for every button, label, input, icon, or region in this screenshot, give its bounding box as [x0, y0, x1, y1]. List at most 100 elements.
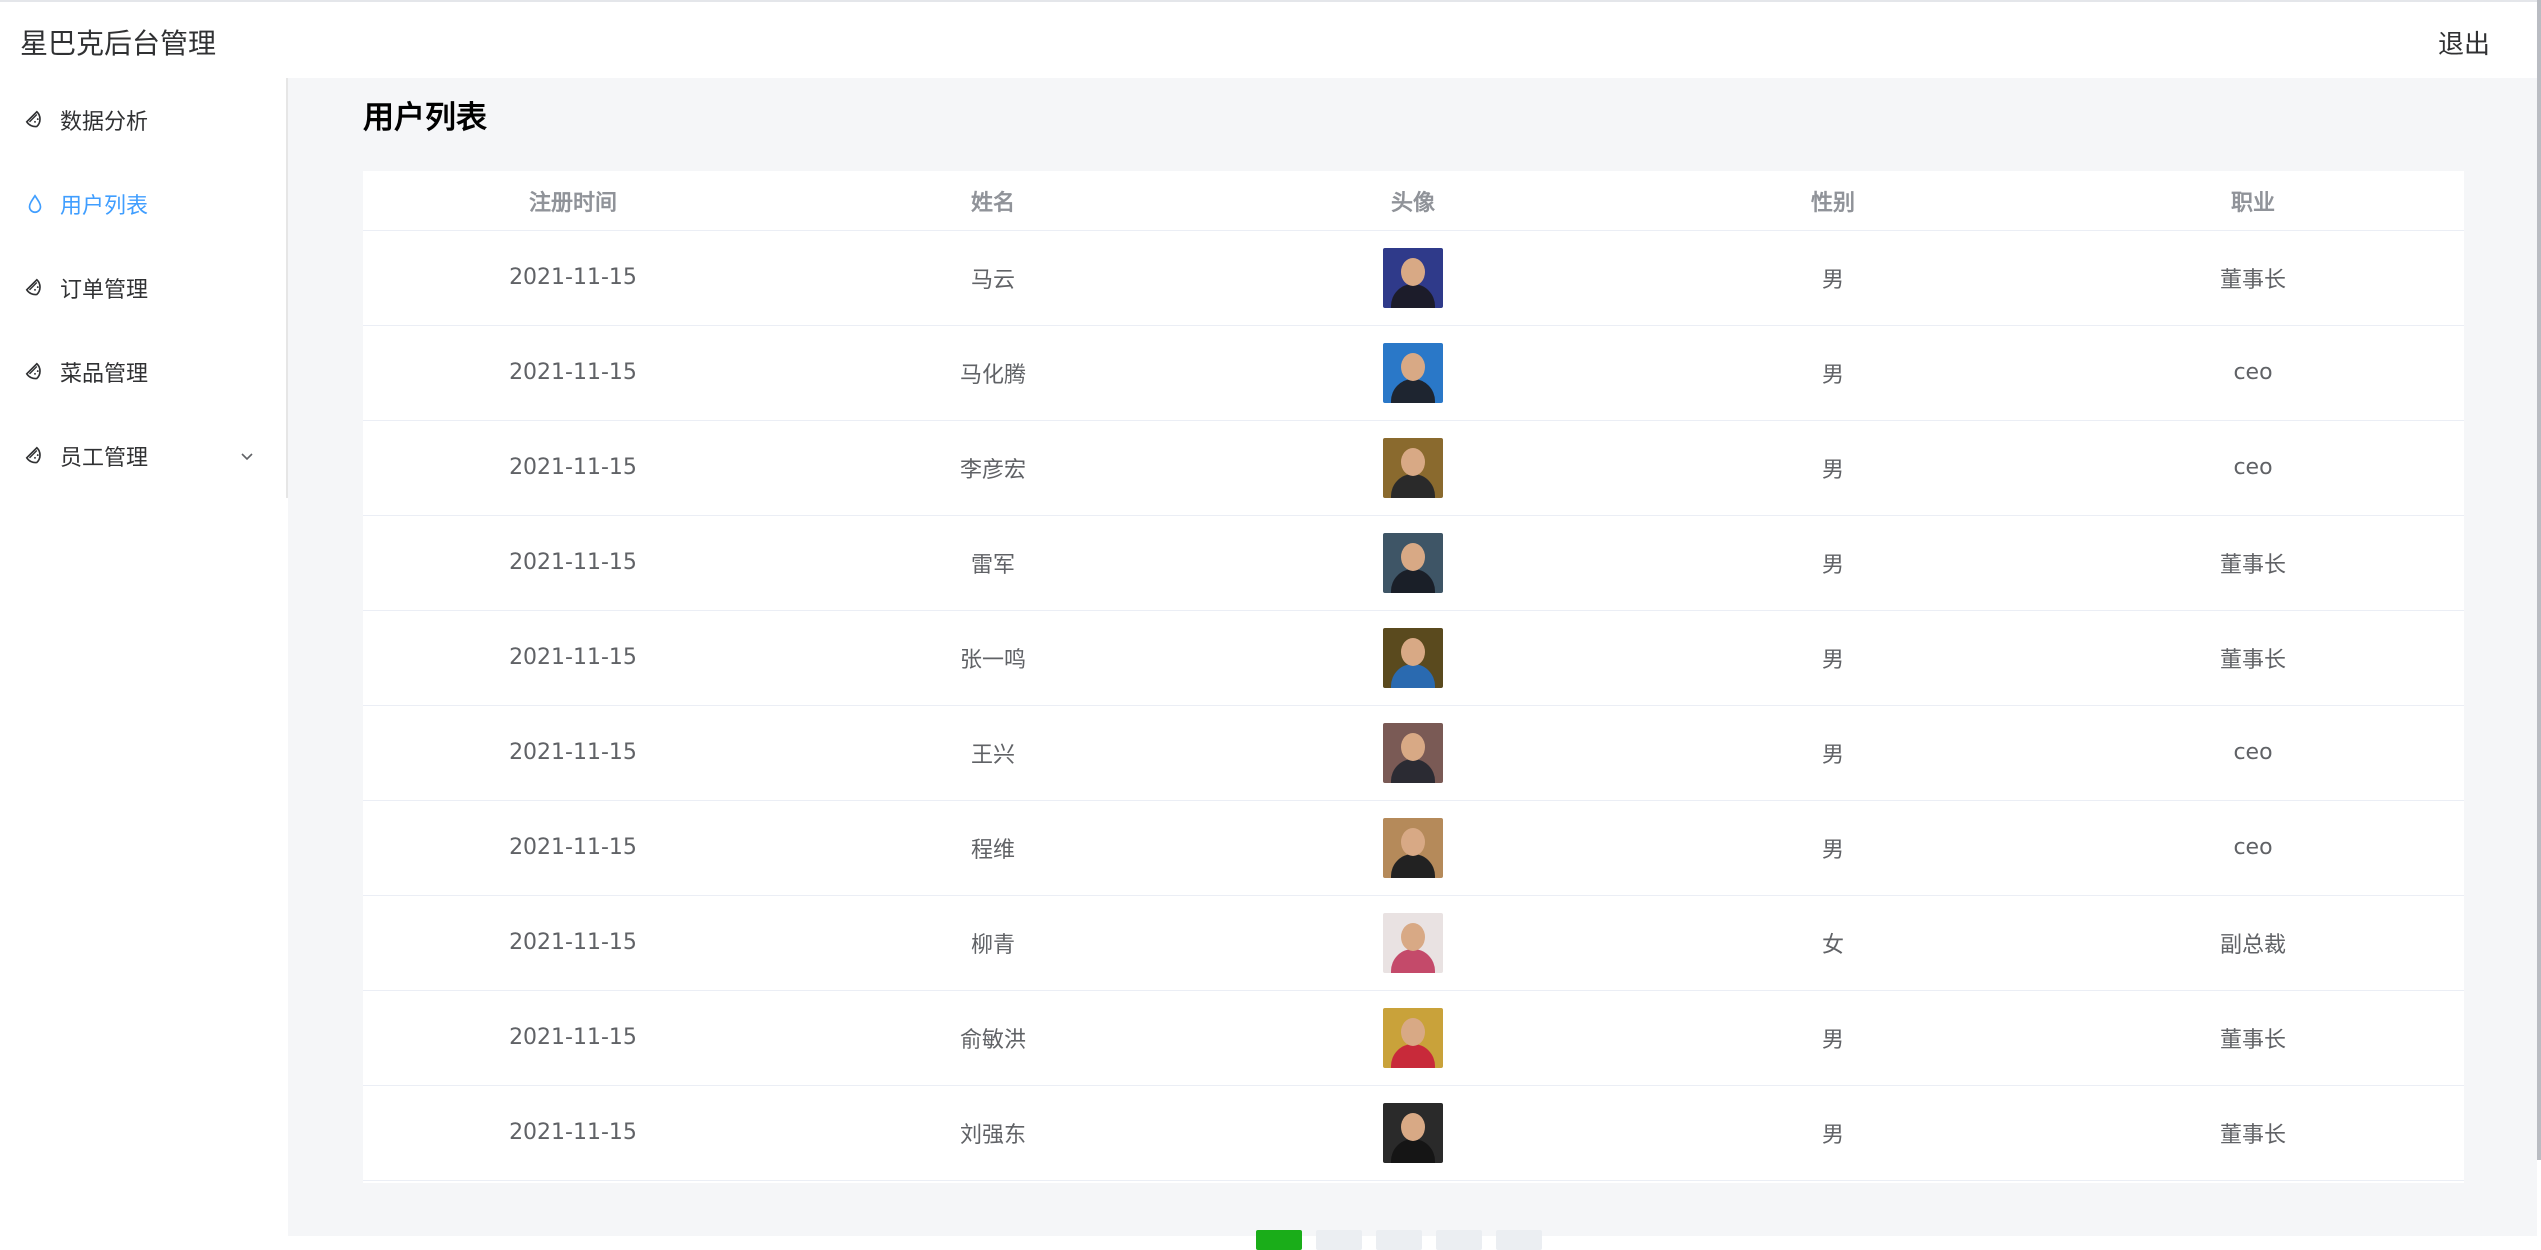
cell-job: ceo	[2233, 455, 2273, 480]
sidebar-item-label: 用户列表	[60, 194, 149, 219]
logout-button[interactable]: 退出	[2438, 24, 2490, 61]
cell-name: 雷军	[970, 552, 1015, 578]
avatar	[1383, 532, 1443, 593]
table-row: 2021-11-15 俞敏洪 男 董事长	[363, 990, 2464, 1086]
cell-name: 柳青	[970, 932, 1015, 958]
avatar	[1383, 627, 1443, 688]
main-content: 用户列表 注册时间 姓名 头像 性别 职业 2021-11-15 马云男董事长 2021-1…	[288, 78, 2537, 1250]
cell-job: ceo	[2233, 360, 2273, 385]
watermelon-icon	[24, 109, 46, 131]
pagination	[288, 1228, 2537, 1250]
avatar	[1383, 912, 1443, 973]
cell-name: 李彦宏	[959, 457, 1026, 483]
cell-date: 2021-11-15	[509, 645, 637, 670]
page-button[interactable]	[1316, 1230, 1362, 1250]
cell-name: 俞敏洪	[959, 1027, 1026, 1053]
cell-job: 董事长	[2219, 552, 2286, 578]
page-scrollbar[interactable]	[2537, 0, 2541, 1160]
drop-icon	[24, 193, 46, 215]
cell-job: 董事长	[2219, 1122, 2286, 1148]
cell-date: 2021-11-15	[509, 1025, 637, 1050]
cell-gender: 男	[1821, 647, 1844, 673]
cell-avatar	[1203, 990, 1623, 1085]
avatar	[1383, 1007, 1443, 1068]
cell-date: 2021-11-15	[509, 265, 637, 290]
cell-gender: 男	[1821, 742, 1844, 768]
column-header: 职业	[2230, 190, 2275, 216]
watermelon-icon	[24, 361, 46, 383]
avatar	[1383, 247, 1443, 308]
table-row: 2021-11-15 马化腾 男 ceo	[363, 325, 2464, 421]
cell-gender: 女	[1821, 932, 1844, 958]
cell-avatar	[1203, 230, 1623, 325]
watermelon-icon	[24, 277, 46, 299]
page-button[interactable]	[1496, 1230, 1542, 1250]
sidebar-item-5[interactable]: 员工管理	[0, 414, 286, 498]
cell-gender: 男	[1821, 552, 1844, 578]
cell-job: 董事长	[2219, 647, 2286, 673]
column-header: 头像	[1390, 190, 1435, 216]
table-row: 2021-11-15 张一鸣 男 董事长	[363, 610, 2464, 706]
column-header: 注册时间	[528, 190, 617, 216]
page-button[interactable]	[1256, 1230, 1302, 1250]
cell-job: 董事长	[2219, 1027, 2286, 1053]
table-row: 2021-11-15 王兴 男 ceo	[363, 705, 2464, 801]
sidebar-item-2[interactable]: 用户列表	[0, 162, 286, 246]
page-button[interactable]	[1436, 1230, 1482, 1250]
cell-avatar	[1203, 420, 1623, 515]
cell-date: 2021-11-15	[509, 550, 637, 575]
cell-gender: 男	[1821, 362, 1844, 388]
sidebar-item-label: 数据分析	[60, 110, 149, 135]
cell-gender: 男	[1821, 837, 1844, 863]
table-row: 2021-11-15 马云 男 董事长	[363, 230, 2464, 326]
cell-job: 董事长	[2219, 267, 2286, 293]
sidebar-item-3[interactable]: 订单管理	[0, 246, 286, 330]
sidebar: 数据分析用户列表订单管理菜品管理员工管理	[0, 78, 288, 498]
avatar	[1383, 437, 1443, 498]
cell-name: 程维	[970, 837, 1015, 863]
app-title: 星巴克后台管理	[20, 27, 217, 60]
cell-gender: 男	[1821, 1122, 1844, 1148]
table-row: 2021-11-15 刘强东 男 董事长	[363, 1085, 2464, 1181]
cell-job: ceo	[2233, 835, 2273, 860]
sidebar-item-4[interactable]: 菜品管理	[0, 330, 286, 414]
cell-avatar	[1203, 610, 1623, 705]
column-header: 姓名	[970, 190, 1015, 216]
cell-avatar	[1203, 895, 1623, 990]
cell-avatar	[1203, 515, 1623, 610]
cell-job: ceo	[2233, 740, 2273, 765]
top-bar: 星巴克后台管理 退出	[0, 0, 2541, 78]
user-table: 注册时间 姓名 头像 性别 职业 2021-11-15 马云男董事长 2021-11-15 马…	[363, 171, 2464, 1183]
page-button[interactable]	[1376, 1230, 1422, 1250]
table-row: 2021-11-15 雷军 男 董事长	[363, 515, 2464, 611]
sidebar-item-1[interactable]: 数据分析	[0, 78, 286, 162]
cell-avatar	[1203, 800, 1623, 895]
table-header-row: 注册时间 姓名 头像 性别 职业	[363, 171, 2464, 231]
cell-date: 2021-11-15	[509, 360, 637, 385]
sidebar-item-label: 订单管理	[60, 278, 149, 303]
avatar	[1383, 342, 1443, 403]
cell-name: 刘强东	[959, 1122, 1026, 1148]
cell-avatar	[1203, 1085, 1623, 1180]
sidebar-item-label: 菜品管理	[60, 362, 149, 387]
cell-date: 2021-11-15	[509, 1120, 637, 1145]
chevron-down-icon[interactable]	[238, 447, 256, 465]
cell-date: 2021-11-15	[509, 740, 637, 765]
sidebar-item-label: 员工管理	[60, 446, 149, 471]
watermelon-icon	[24, 445, 46, 467]
cell-job: 副总裁	[2219, 932, 2286, 958]
cell-date: 2021-11-15	[509, 835, 637, 860]
table-row: 2021-11-15 程维 男 ceo	[363, 800, 2464, 896]
avatar	[1383, 1102, 1443, 1163]
cell-gender: 男	[1821, 267, 1844, 293]
cell-gender: 男	[1821, 1027, 1844, 1053]
column-header: 性别	[1810, 190, 1855, 216]
cell-gender: 男	[1821, 457, 1844, 483]
cell-avatar	[1203, 325, 1623, 420]
avatar	[1383, 817, 1443, 878]
cell-name: 马化腾	[959, 362, 1026, 388]
cell-name: 张一鸣	[959, 647, 1026, 673]
page-title: 用户列表	[363, 100, 487, 136]
table-row: 2021-11-15 李彦宏 男 ceo	[363, 420, 2464, 516]
cell-name: 马云	[970, 267, 1015, 293]
